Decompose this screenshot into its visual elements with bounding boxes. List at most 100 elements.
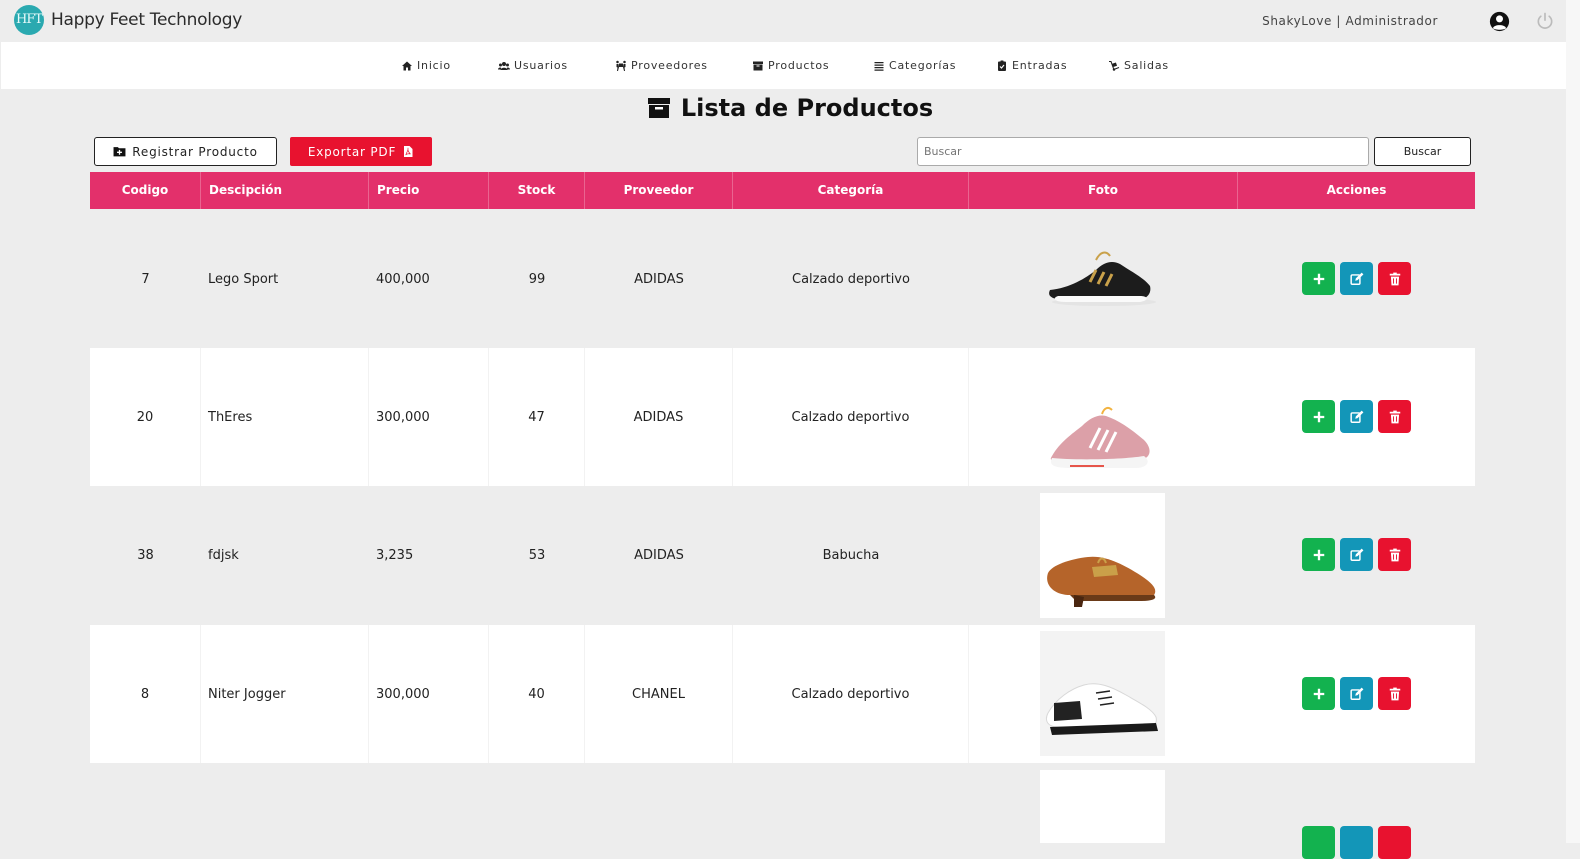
edit-icon xyxy=(1349,410,1363,423)
trash-icon xyxy=(1389,687,1400,700)
table-row: 8 Niter Jogger 300,000 40 CHANEL Calzado… xyxy=(90,625,1475,763)
add-button[interactable] xyxy=(1302,677,1335,710)
file-pdf-icon xyxy=(404,146,413,157)
add-button[interactable] xyxy=(1302,262,1335,295)
cell-precio: 300,000 xyxy=(369,348,489,486)
cell-categoria: Calzado deportivo xyxy=(733,348,969,486)
edit-icon xyxy=(1349,548,1363,561)
cell-categoria: Babucha xyxy=(822,547,880,563)
nav-entradas[interactable]: Entradas xyxy=(996,59,1067,72)
archive-icon xyxy=(647,98,670,118)
nav-label: Categorías xyxy=(889,59,957,72)
clipboard-check-icon xyxy=(998,60,1006,71)
trash-icon xyxy=(1389,548,1400,561)
export-pdf-label: Exportar PDF xyxy=(307,144,397,159)
table-header: Codigo Descipción Precio Stock Proveedor… xyxy=(90,172,1475,209)
nav-usuarios[interactable]: Usuarios xyxy=(498,59,568,72)
product-photo xyxy=(1049,251,1156,306)
users-icon xyxy=(498,61,510,70)
cell-precio: 3,235 xyxy=(376,547,414,563)
column-header-acciones: Acciones xyxy=(1326,183,1387,197)
search-button[interactable]: Buscar xyxy=(1374,137,1471,166)
nav-label: Productos xyxy=(768,59,830,72)
plus-icon xyxy=(1313,273,1324,284)
cell-descripcion: ThEres xyxy=(201,348,369,486)
delete-button[interactable] xyxy=(1378,400,1411,433)
cell-descripcion: Niter Jogger xyxy=(201,625,369,763)
column-header-proveedor[interactable]: Proveedor xyxy=(585,172,733,209)
plus-icon xyxy=(1313,549,1324,560)
delete-button[interactable] xyxy=(1378,677,1411,710)
cell-descripcion: Lego Sport xyxy=(208,271,279,287)
row-actions xyxy=(1302,262,1411,295)
nav-inicio[interactable]: Inicio xyxy=(401,59,451,72)
people-carry-icon xyxy=(616,60,626,71)
home-icon xyxy=(402,61,412,70)
edit-button[interactable] xyxy=(1340,538,1373,571)
row-actions xyxy=(1302,538,1411,571)
brand-name[interactable]: Happy Feet Technology xyxy=(51,10,242,30)
edit-button[interactable] xyxy=(1340,400,1373,433)
cell-codigo: 7 xyxy=(141,271,150,287)
delete-button[interactable] xyxy=(1378,262,1411,295)
register-product-label: Registrar Producto xyxy=(132,144,258,159)
brand-logo[interactable]: HFT xyxy=(14,5,44,35)
cell-proveedor: ADIDAS xyxy=(634,271,684,287)
export-pdf-button[interactable]: Exportar PDF xyxy=(290,137,432,166)
edit-button[interactable] xyxy=(1340,262,1373,295)
page-title: Lista de Productos xyxy=(0,94,1580,122)
nav-salidas[interactable]: Salidas xyxy=(1108,59,1169,72)
table-row: 20 ThEres 300,000 47 ADIDAS Calzado depo… xyxy=(90,348,1475,486)
nav-categorias[interactable]: Categorías xyxy=(873,59,956,72)
cell-stock: 47 xyxy=(489,348,585,486)
column-header-categoria[interactable]: Categoría xyxy=(733,172,969,209)
delete-button[interactable] xyxy=(1378,538,1411,571)
user-info: ShakyLove | Administrador xyxy=(1262,14,1438,28)
cell-codigo: 38 xyxy=(137,547,154,563)
column-header-codigo[interactable]: Codigo xyxy=(90,172,201,209)
main-navbar: Inicio Usuarios Proveedores Productos Ca… xyxy=(1,42,1566,89)
cell-categoria: Calzado deportivo xyxy=(733,625,969,763)
cell-precio: 400,000 xyxy=(376,271,430,287)
product-photo xyxy=(1040,493,1165,618)
trash-icon xyxy=(1389,272,1400,285)
row-actions xyxy=(1302,400,1411,433)
edit-button[interactable] xyxy=(1340,677,1373,710)
cell-proveedor: ADIDAS xyxy=(634,547,684,563)
cell-codigo: 8 xyxy=(90,625,201,763)
product-photo xyxy=(1040,631,1165,756)
nav-label: Inicio xyxy=(417,59,451,72)
cell-stock: 99 xyxy=(528,271,546,287)
plus-icon xyxy=(1313,411,1324,422)
cell-proveedor: ADIDAS xyxy=(585,348,733,486)
add-button[interactable] xyxy=(1302,538,1335,571)
cell-codigo: 20 xyxy=(90,348,201,486)
cell-stock: 53 xyxy=(528,547,546,563)
cell-descripcion: fdjsk xyxy=(208,547,239,563)
column-header-descripcion[interactable]: Descipción xyxy=(201,172,369,209)
cell-categoria: Calzado deportivo xyxy=(792,271,910,287)
register-product-button[interactable]: Registrar Producto xyxy=(94,137,277,166)
nav-label: Usuarios xyxy=(514,59,568,72)
search-input[interactable] xyxy=(917,137,1369,166)
nav-label: Entradas xyxy=(1012,59,1068,72)
page-scrollbar[interactable] xyxy=(1566,0,1580,843)
column-header-precio[interactable]: Precio xyxy=(369,172,489,209)
product-photo xyxy=(1040,770,1165,843)
list-icon xyxy=(874,61,884,71)
plus-icon xyxy=(1313,688,1324,699)
folder-plus-icon xyxy=(113,147,126,157)
add-button[interactable] xyxy=(1302,400,1335,433)
column-header-foto: Foto xyxy=(969,172,1238,209)
nav-productos[interactable]: Productos xyxy=(752,59,829,72)
user-avatar-icon[interactable] xyxy=(1489,11,1510,32)
dolly-icon xyxy=(1109,60,1120,71)
table-row: 38 fdjsk 3,235 53 ADIDAS Babucha xyxy=(90,486,1475,624)
column-header-stock[interactable]: Stock xyxy=(489,172,585,209)
edit-icon xyxy=(1349,687,1363,700)
top-bar: HFT Happy Feet Technology ShakyLove | Ad… xyxy=(0,0,1566,42)
cell-proveedor: CHANEL xyxy=(585,625,733,763)
nav-proveedores[interactable]: Proveedores xyxy=(615,59,708,72)
trash-icon xyxy=(1389,410,1400,423)
power-icon[interactable] xyxy=(1535,11,1555,31)
